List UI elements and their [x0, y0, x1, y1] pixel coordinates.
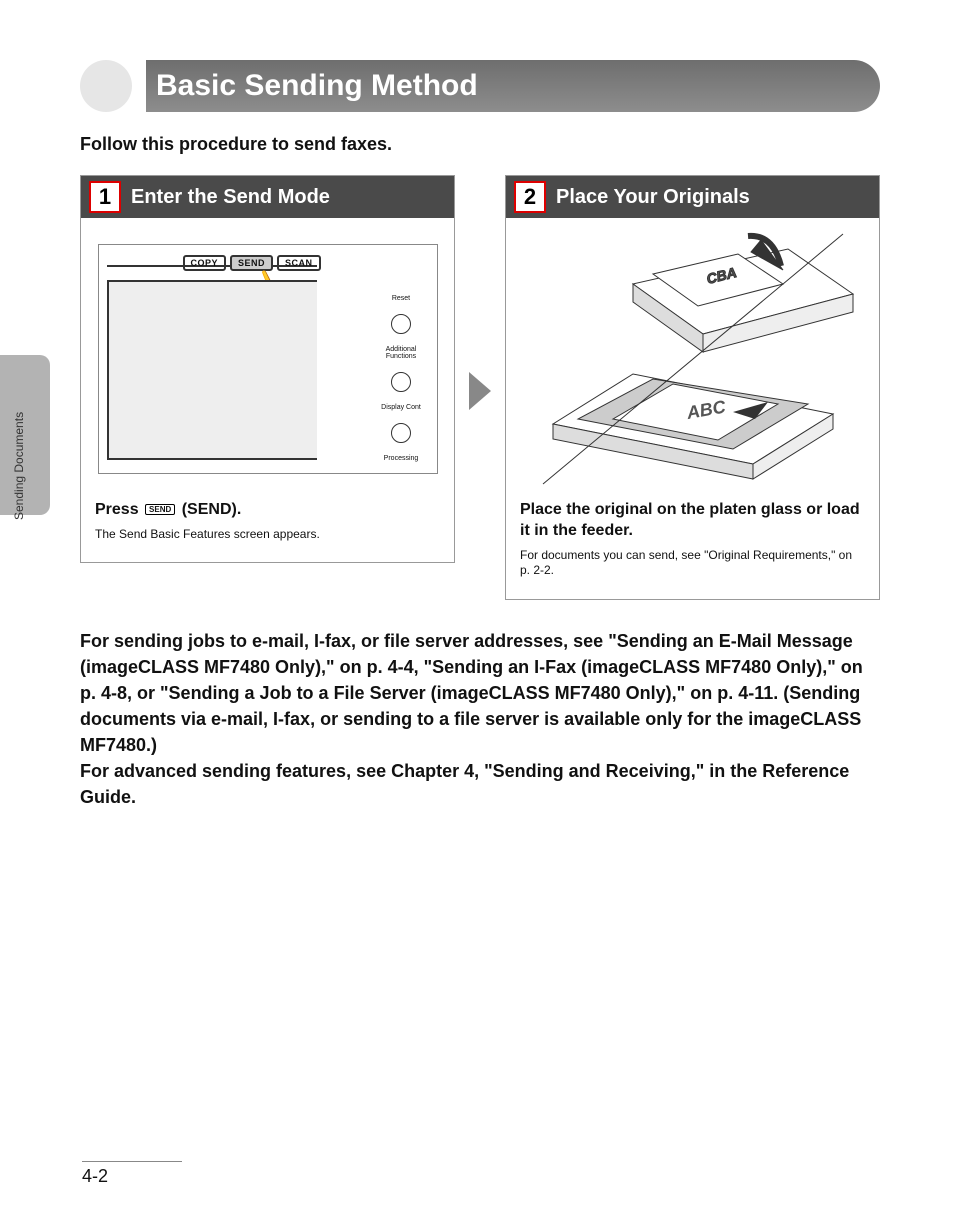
- title-bar: Basic Sending Method: [80, 60, 880, 112]
- step-body: COPY SEND SCAN ☝ Reset Additional Functi…: [81, 218, 454, 562]
- send-key-icon: SEND: [145, 504, 175, 515]
- additional-functions-icon: [391, 372, 411, 392]
- side-tab-label: Sending Documents: [12, 412, 26, 520]
- instruction-suffix: (SEND).: [177, 501, 241, 518]
- step2-instruction: Place the original on the platen glass o…: [520, 500, 865, 542]
- step1-illustration: COPY SEND SCAN ☝ Reset Additional Functi…: [95, 234, 440, 484]
- title-pill: Basic Sending Method: [146, 60, 880, 112]
- copy-mode-button: COPY: [183, 255, 227, 271]
- footer: 4-2: [82, 1161, 182, 1187]
- step2-illustration: ABC CBA: [520, 234, 865, 484]
- footer-rule: [82, 1161, 182, 1162]
- intro-text: Follow this procedure to send faxes.: [80, 134, 880, 155]
- chevron-right-icon: [853, 182, 871, 212]
- processing-label: Processing: [384, 455, 419, 462]
- step-title: Enter the Send Mode: [131, 186, 418, 209]
- instruction-prefix: Press: [95, 501, 143, 518]
- body-paragraph: For sending jobs to e-mail, I-fax, or fi…: [80, 628, 880, 811]
- chevron-right-icon: [428, 182, 446, 212]
- page-title: Basic Sending Method: [156, 69, 478, 103]
- step-body: ABC CBA: [506, 218, 879, 599]
- steps-chevron-icon: [469, 372, 491, 415]
- step1-note: The Send Basic Features screen appears.: [95, 527, 440, 543]
- step-2: 2 Place Your Originals: [505, 175, 880, 600]
- additional-functions-label: Additional Functions: [386, 346, 417, 360]
- display-contrast-label: Display Cont: [381, 404, 421, 411]
- step-header: 1 Enter the Send Mode: [81, 176, 454, 218]
- step-number-badge: 1: [89, 181, 121, 213]
- step-number-badge: 2: [514, 181, 546, 213]
- step1-instruction: Press SEND (SEND).: [95, 500, 440, 521]
- display-contrast-icon: [391, 423, 411, 443]
- title-bullet-icon: [80, 60, 132, 112]
- step-title: Place Your Originals: [556, 186, 843, 209]
- page-number: 4-2: [82, 1166, 182, 1187]
- step-header: 2 Place Your Originals: [506, 176, 879, 218]
- step2-note: For documents you can send, see "Origina…: [520, 548, 865, 579]
- steps-row: 1 Enter the Send Mode COPY SEND SCAN ☝: [80, 175, 880, 600]
- page-content: Basic Sending Method Follow this procedu…: [80, 60, 880, 810]
- reset-icon: [391, 314, 411, 334]
- scan-mode-button: SCAN: [277, 255, 321, 271]
- reset-label: Reset: [392, 295, 410, 302]
- step-1: 1 Enter the Send Mode COPY SEND SCAN ☝: [80, 175, 455, 563]
